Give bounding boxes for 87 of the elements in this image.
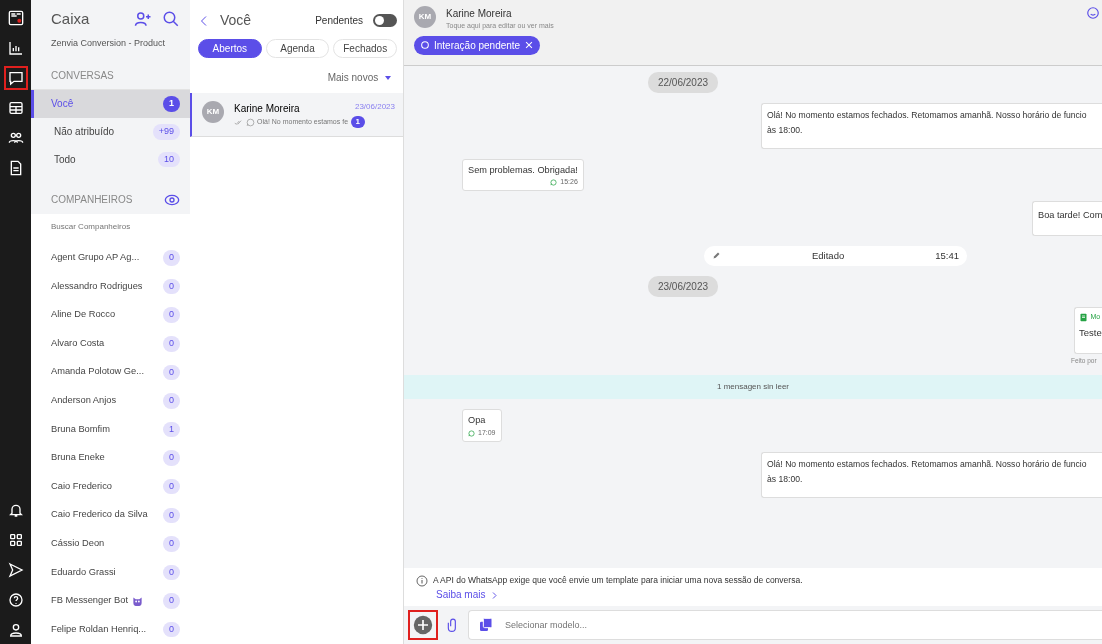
grid-icon — [7, 532, 24, 548]
smiley-icon[interactable] — [1086, 6, 1100, 20]
agent-name: Amanda Polotow Ge... — [51, 365, 145, 379]
agent-name: Felipe Roldan Henriq... — [51, 622, 147, 636]
count-badge: 0 — [163, 250, 180, 266]
agent-name: FB Messenger Bot — [51, 594, 128, 608]
count-badge: 0 — [163, 278, 180, 295]
account-name: Zenvia Conversion - Product — [50, 36, 167, 50]
inbox-title: Caixa — [51, 9, 91, 29]
list-title: Você — [220, 11, 253, 30]
circle-icon — [420, 40, 430, 50]
contact-name: Karine Moreira — [234, 102, 300, 116]
message-bubble: Olá! No momento estamos fechados. Retomamos amanhã. Nosso horário de funcio às 18:00. — [761, 451, 1102, 498]
date-chip: 23/06/2023 — [647, 275, 719, 297]
agent-name: Caio Frederico — [51, 479, 112, 493]
count-badge: 0 — [163, 336, 180, 352]
sort-dropdown[interactable]: Mais novos — [327, 72, 381, 83]
pencil-icon — [712, 251, 721, 261]
agent-name: Alvaro Costa — [51, 336, 105, 350]
count-badge: 1 — [163, 96, 180, 112]
section-header: CONVERSAS — [51, 69, 114, 83]
inbox-item[interactable]: Você 1 — [31, 90, 190, 118]
learn-more-link[interactable]: Saiba mais — [436, 589, 486, 600]
agent-name: Aline De Rocco — [51, 308, 116, 322]
count-badge: 0 — [163, 564, 180, 581]
count-badge: 0 — [163, 507, 180, 524]
count-badge: 0 — [163, 536, 180, 552]
unread-badge: 1 — [350, 116, 365, 128]
caret-icon — [385, 76, 391, 81]
chat-button[interactable] — [3, 66, 28, 90]
count-badge: 0 — [163, 478, 180, 495]
user-icon — [7, 622, 24, 638]
count-badge: 0 — [163, 621, 180, 638]
help-icon — [7, 592, 24, 608]
count-badge: +99 — [152, 124, 180, 140]
add-user-icon[interactable] — [134, 10, 152, 29]
agent-name: Alessandro Rodrigues — [51, 279, 143, 293]
edited-label: Editado — [811, 248, 846, 263]
filter-tab[interactable]: Fechados — [333, 39, 397, 58]
add-button[interactable] — [408, 610, 438, 640]
section-header: COMPANHEIROS — [51, 193, 133, 208]
count-badge: 1 — [163, 421, 180, 438]
search-icon[interactable] — [162, 10, 180, 29]
agent-name: Agent Grupo AP Ag... — [51, 251, 140, 264]
info-icon — [416, 574, 428, 587]
count-badge: 0 — [163, 450, 180, 466]
message-text: Sem problemas. Obrigada! — [468, 163, 578, 177]
agent-name: Eduardo Grassi — [51, 565, 116, 579]
count-badge: 0 — [163, 364, 180, 381]
table-icon — [7, 100, 24, 116]
notice-text: A API do WhatsApp exige que você envie um template para iniciar uma nova sessão de conversa. — [433, 574, 803, 587]
agent-name: Bruna Eneke — [51, 451, 105, 465]
conversation-date: 23/06/2023 — [354, 101, 395, 113]
bell-icon — [7, 502, 24, 518]
plus-icon — [413, 615, 433, 635]
people-icon — [7, 130, 24, 146]
filter-tab[interactable]: Agenda — [265, 39, 330, 58]
message-time: 15:41 — [935, 248, 959, 263]
count-badge: 0 — [163, 307, 180, 323]
avatar: KM — [202, 101, 224, 123]
send-icon — [7, 562, 24, 578]
count-badge: 10 — [158, 151, 180, 168]
template-select-field[interactable]: Selecionar modelo... — [468, 610, 1102, 640]
tag-label: Interação pendente — [434, 38, 521, 53]
inbox-item[interactable]: Não atribuído +99 — [31, 117, 190, 146]
agent-name: Caio Frederico da Silva — [51, 508, 148, 522]
filter-tab[interactable]: Abertos — [198, 39, 262, 58]
logo-icon — [7, 10, 24, 26]
agent-name: Anderson Anjos — [51, 393, 117, 407]
chart-icon — [7, 40, 24, 56]
chat-icon — [7, 70, 24, 86]
double-check-icon — [234, 117, 243, 127]
avatar: KM — [414, 6, 436, 28]
date-chip: 22/06/2023 — [647, 71, 719, 93]
document-icon — [1079, 312, 1088, 322]
contact-name: Karine Moreira — [446, 7, 513, 21]
toggle-label: Pendentes — [315, 14, 363, 28]
pending-toggle[interactable] — [373, 14, 397, 27]
count-badge: 0 — [163, 593, 180, 609]
close-icon[interactable] — [524, 40, 535, 50]
message-bubble: Boa tarde! Com — [1032, 200, 1102, 236]
count-badge: 0 — [163, 393, 180, 409]
agent-name: Cássio Deon — [51, 536, 105, 550]
message-bubble: Olá! No momento estamos fechados. Retomamos amanhã. Nosso horário de funcio às 18:00. — [761, 102, 1102, 149]
inbox-item[interactable]: Todo 10 — [31, 145, 190, 174]
agent-name: Bruna Bomfim — [51, 422, 110, 436]
message-text: Opa — [468, 414, 487, 428]
